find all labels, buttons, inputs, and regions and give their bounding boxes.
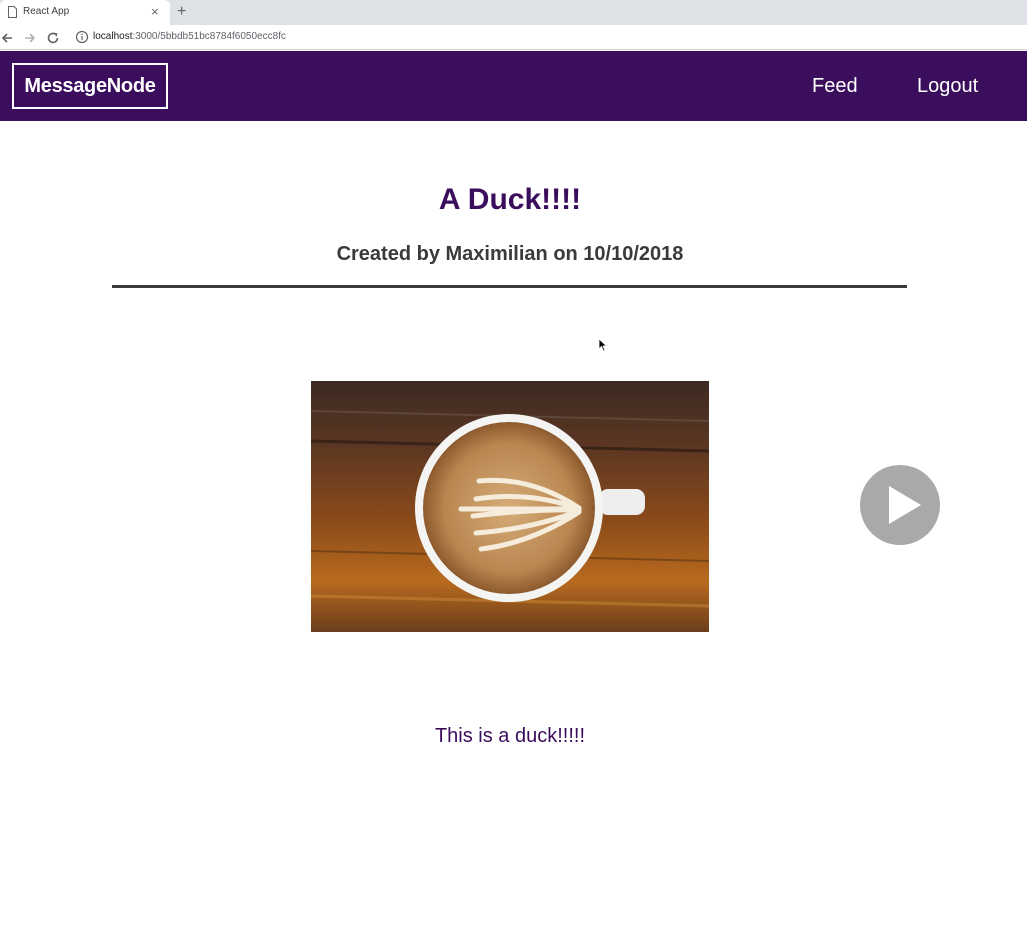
mouse-cursor-icon	[598, 338, 608, 352]
page-icon	[8, 6, 17, 18]
play-icon	[889, 486, 921, 524]
site-info-icon[interactable]	[75, 30, 89, 44]
url-path: :3000/5bbdb51bc8784f6050ecc8fc	[132, 31, 286, 42]
browser-toolbar: localhost:3000/5bbdb51bc8784f6050ecc8fc	[0, 25, 1027, 50]
address-bar[interactable]: localhost:3000/5bbdb51bc8784f6050ecc8fc	[93, 31, 286, 42]
post-image	[311, 381, 709, 632]
post-title: A Duck!!!!	[438, 183, 582, 216]
app-header: MessageNode Feed Logout	[0, 51, 1027, 121]
play-button[interactable]	[860, 465, 940, 545]
new-tab-icon[interactable]: +	[177, 3, 186, 21]
forward-icon[interactable]	[22, 30, 38, 46]
back-icon[interactable]	[0, 30, 16, 46]
nav-logout-link[interactable]: Logout	[917, 75, 978, 98]
browser-tab[interactable]: React App ×	[0, 0, 170, 25]
divider	[112, 285, 907, 288]
post-content: This is a duck!!!!!	[434, 725, 586, 747]
nav-feed-link[interactable]: Feed	[812, 75, 858, 98]
post-meta: Created by Maximilian on 10/10/2018	[336, 243, 684, 265]
logo[interactable]: MessageNode	[12, 63, 168, 109]
tab-title: React App	[23, 6, 70, 17]
reload-icon[interactable]	[45, 30, 61, 46]
browser-tabstrip: React App × +	[0, 0, 1027, 25]
close-tab-icon[interactable]: ×	[151, 5, 159, 19]
url-host: localhost	[93, 31, 133, 42]
